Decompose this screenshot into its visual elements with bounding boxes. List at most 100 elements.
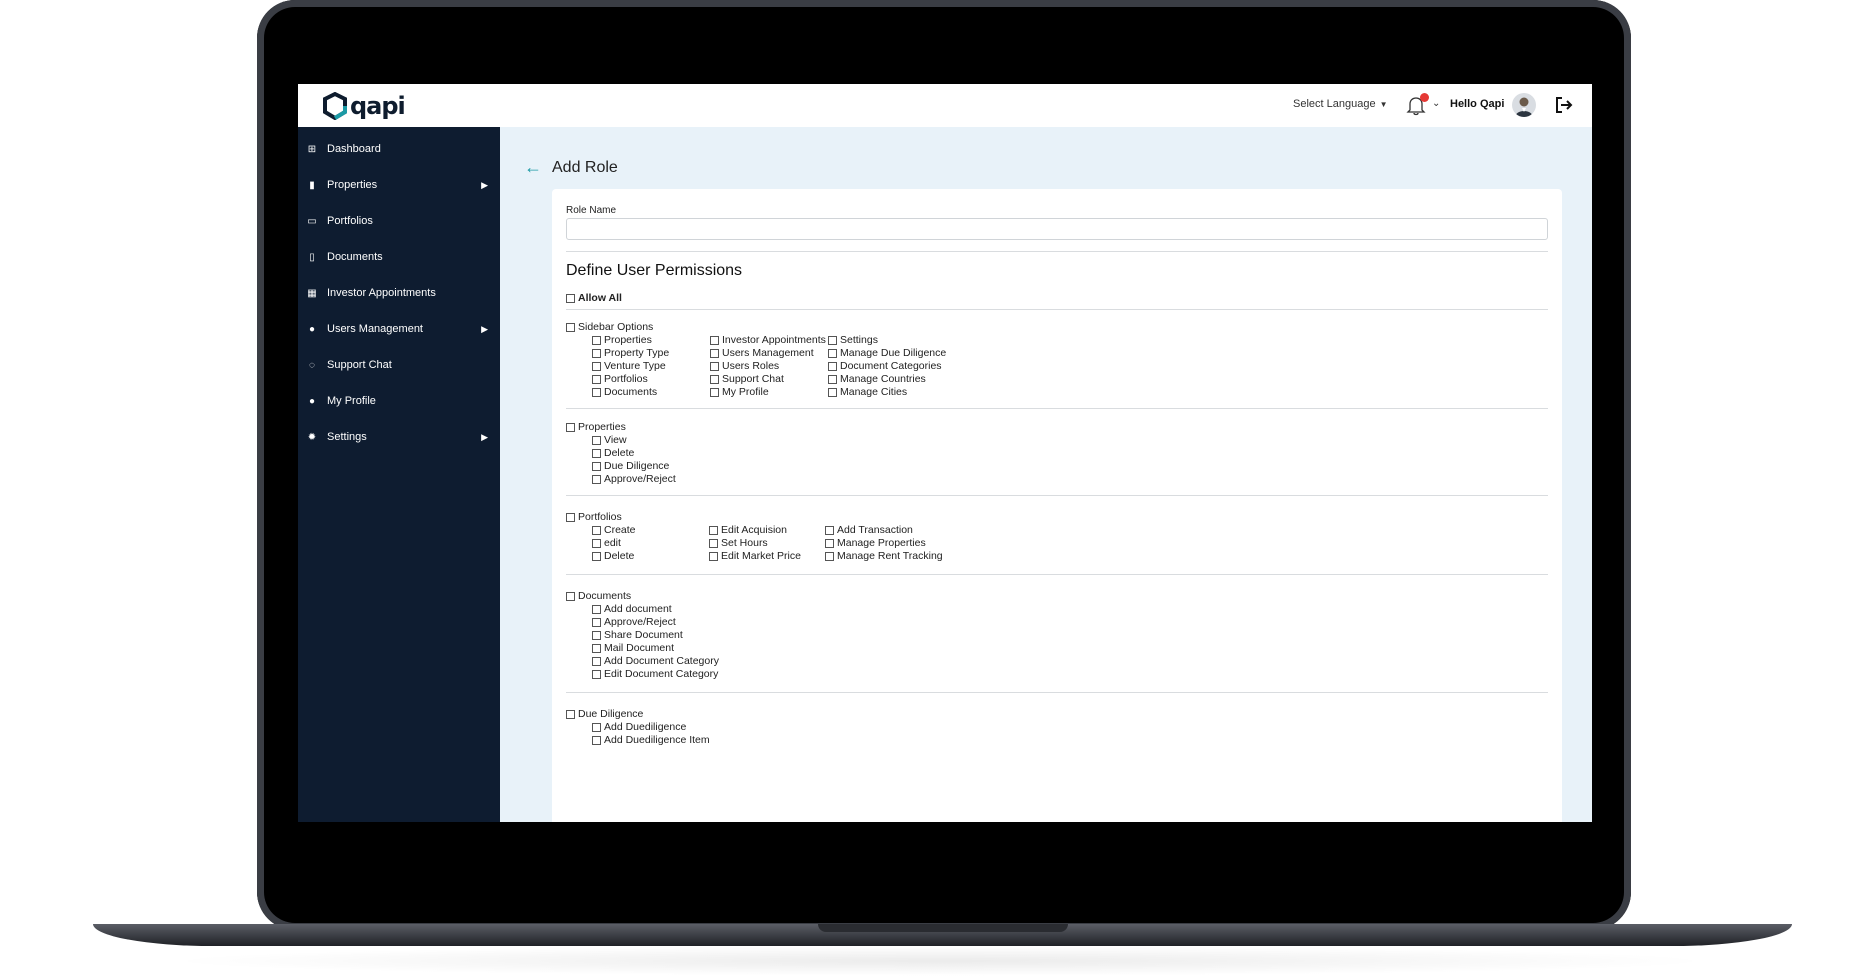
perm-checkbox[interactable]: Add Document Category (592, 655, 719, 667)
checkbox-box[interactable] (566, 709, 575, 719)
perm-checkbox[interactable]: Edit Market Price (709, 550, 801, 562)
checkbox-box[interactable] (828, 348, 837, 358)
perm-checkbox[interactable]: Document Categories (828, 360, 942, 372)
perm-checkbox[interactable]: My Profile (710, 386, 769, 398)
sidebar-item-investor-appointments[interactable]: ▦ Investor Appointments (298, 277, 500, 309)
perm-checkbox[interactable]: Edit Document Category (592, 668, 718, 680)
checkbox-box[interactable] (592, 604, 601, 614)
perm-checkbox[interactable]: Settings (828, 334, 878, 346)
checkbox-box[interactable] (592, 617, 601, 627)
perm-checkbox[interactable]: Property Type (592, 347, 669, 359)
checkbox-box[interactable] (825, 551, 834, 561)
logout-icon[interactable] (1553, 94, 1575, 116)
checkbox-box[interactable] (710, 348, 719, 358)
checkbox-box[interactable] (566, 293, 575, 303)
checkbox-box[interactable] (709, 551, 718, 561)
checkbox-box[interactable] (592, 551, 601, 561)
perm-checkbox[interactable]: Manage Properties (825, 537, 926, 549)
sidebar-options-checkbox[interactable]: Sidebar Options (566, 321, 653, 333)
documents-checkbox[interactable]: Documents (566, 590, 631, 602)
checkbox-box[interactable] (709, 525, 718, 535)
language-selector[interactable]: Select Language ▼ (1293, 98, 1388, 110)
checkbox-box[interactable] (592, 474, 601, 484)
perm-checkbox[interactable]: Add Transaction (825, 524, 913, 536)
checkbox-box[interactable] (825, 538, 834, 548)
checkbox-box[interactable] (566, 422, 575, 432)
perm-checkbox[interactable]: Documents (592, 386, 657, 398)
sidebar-item-properties[interactable]: ▮ Properties ▶ (298, 169, 500, 201)
perm-checkbox[interactable]: Manage Due Diligence (828, 347, 946, 359)
checkbox-box[interactable] (592, 538, 601, 548)
sidebar-item-dashboard[interactable]: ⊞ Dashboard (298, 133, 500, 165)
checkbox-box[interactable] (566, 591, 575, 601)
checkbox-box[interactable] (592, 630, 601, 640)
checkbox-box[interactable] (592, 735, 601, 745)
checkbox-box[interactable] (828, 335, 837, 345)
checkbox-box[interactable] (828, 361, 837, 371)
checkbox-box[interactable] (592, 335, 601, 345)
checkbox-box[interactable] (592, 387, 601, 397)
checkbox-box[interactable] (709, 538, 718, 548)
perm-checkbox[interactable]: Approve/Reject (592, 616, 676, 628)
role-name-input[interactable] (566, 218, 1548, 240)
checkbox-box[interactable] (592, 435, 601, 445)
back-arrow-icon[interactable]: ← (524, 157, 542, 178)
checkbox-box[interactable] (710, 387, 719, 397)
perm-checkbox[interactable]: edit (592, 537, 621, 549)
perm-checkbox[interactable]: Venture Type (592, 360, 666, 372)
sidebar-item-portfolios[interactable]: ▭ Portfolios (298, 205, 500, 237)
sidebar-item-support-chat[interactable]: ◌ Support Chat (298, 349, 500, 381)
perm-checkbox[interactable]: Users Roles (710, 360, 779, 372)
checkbox-box[interactable] (592, 348, 601, 358)
perm-checkbox[interactable]: Create (592, 524, 636, 536)
checkbox-box[interactable] (710, 361, 719, 371)
perm-checkbox[interactable]: Delete (592, 550, 634, 562)
logo[interactable]: qapi (322, 90, 406, 122)
perm-checkbox[interactable]: Mail Document (592, 642, 674, 654)
checkbox-box[interactable] (592, 361, 601, 371)
checkbox-box[interactable] (592, 643, 601, 653)
sidebar-item-settings[interactable]: ✹ Settings ▶ (298, 421, 500, 453)
properties-checkbox[interactable]: Properties (566, 421, 626, 433)
chevron-down-icon[interactable]: ⌄ (1432, 98, 1440, 109)
sidebar-item-my-profile[interactable]: ● My Profile (298, 385, 500, 417)
checkbox-box[interactable] (592, 461, 601, 471)
perm-checkbox[interactable]: Delete (592, 447, 634, 459)
perm-checkbox[interactable]: Portfolios (592, 373, 648, 385)
checkbox-box[interactable] (828, 374, 837, 384)
checkbox-box[interactable] (592, 656, 601, 666)
perm-checkbox[interactable]: Manage Rent Tracking (825, 550, 943, 562)
avatar[interactable] (1512, 93, 1536, 117)
portfolios-checkbox[interactable]: Portfolios (566, 511, 622, 523)
checkbox-box[interactable] (592, 722, 601, 732)
perm-checkbox[interactable]: Users Management (710, 347, 814, 359)
sidebar-item-users-management[interactable]: ● Users Management ▶ (298, 313, 500, 345)
perm-checkbox[interactable]: Set Hours (709, 537, 768, 549)
perm-checkbox[interactable]: Manage Cities (828, 386, 907, 398)
perm-checkbox[interactable]: Approve/Reject (592, 473, 676, 485)
perm-checkbox[interactable]: Support Chat (710, 373, 784, 385)
checkbox-box[interactable] (825, 525, 834, 535)
checkbox-box[interactable] (710, 374, 719, 384)
perm-checkbox[interactable]: Due Diligence (592, 460, 669, 472)
perm-checkbox[interactable]: Edit Acquision (709, 524, 787, 536)
due-diligence-checkbox[interactable]: Due Diligence (566, 708, 643, 720)
perm-checkbox[interactable]: Add Duediligence (592, 721, 686, 733)
checkbox-box[interactable] (592, 448, 601, 458)
perm-checkbox[interactable]: Investor Appointments (710, 334, 826, 346)
perm-checkbox[interactable]: Manage Countries (828, 373, 926, 385)
checkbox-box[interactable] (828, 387, 837, 397)
checkbox-box[interactable] (566, 512, 575, 522)
checkbox-box[interactable] (592, 374, 601, 384)
allow-all-checkbox[interactable]: Allow All (566, 292, 622, 304)
checkbox-box[interactable] (592, 669, 601, 679)
checkbox-box[interactable] (592, 525, 601, 535)
perm-checkbox[interactable]: Properties (592, 334, 652, 346)
perm-checkbox[interactable]: Add Duediligence Item (592, 734, 710, 746)
checkbox-box[interactable] (710, 335, 719, 345)
perm-checkbox[interactable]: Add document (592, 603, 672, 615)
sidebar-item-documents[interactable]: ▯ Documents (298, 241, 500, 273)
checkbox-box[interactable] (566, 322, 575, 332)
perm-checkbox[interactable]: View (592, 434, 627, 446)
perm-checkbox[interactable]: Share Document (592, 629, 683, 641)
